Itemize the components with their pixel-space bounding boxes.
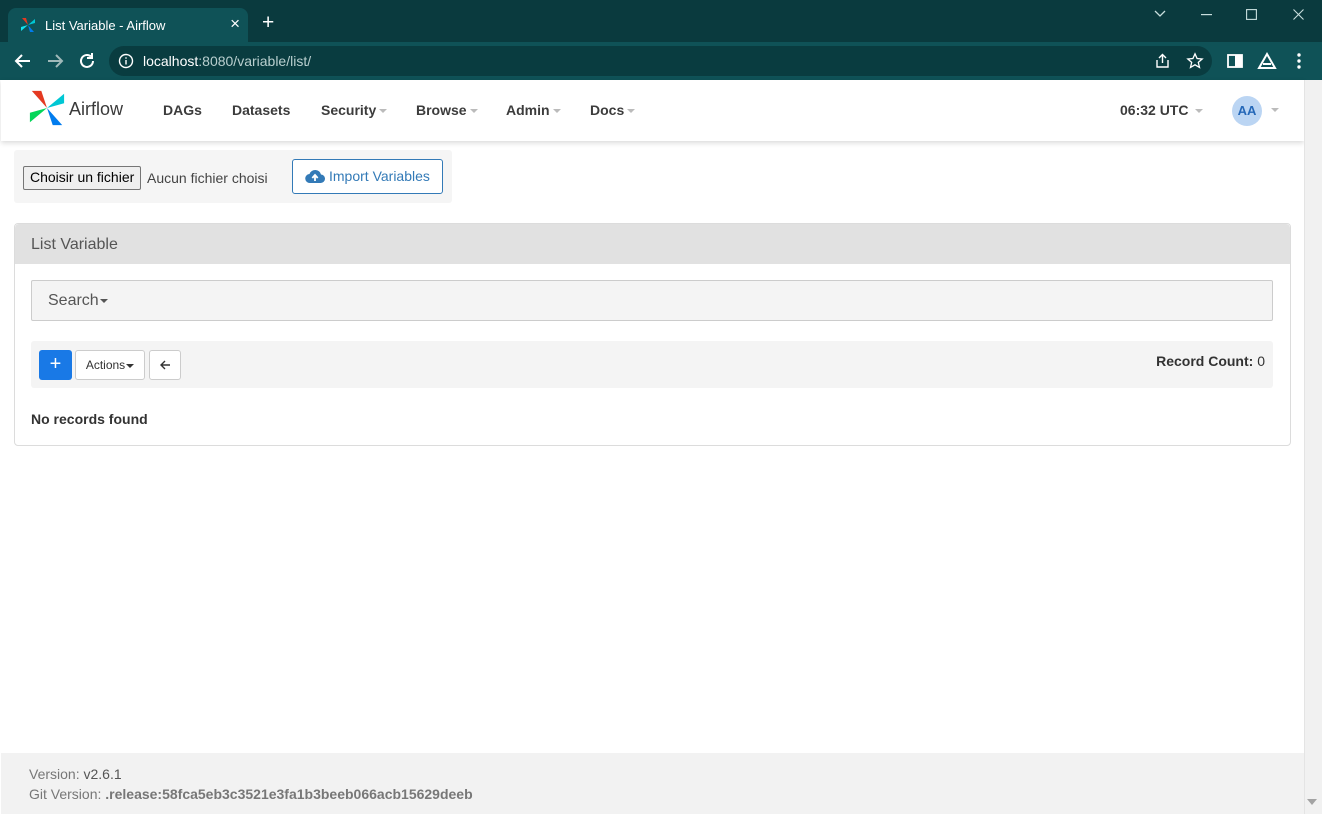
caret-down-icon <box>1195 109 1204 114</box>
caret-down-icon <box>126 363 135 368</box>
import-button-label: Import Variables <box>329 168 430 184</box>
search-panel: Search <box>31 280 1273 321</box>
nav-dags[interactable]: DAGs <box>163 102 202 118</box>
nav-admin-label: Admin <box>506 102 550 118</box>
version-label: Version: <box>29 766 80 782</box>
caret-down-icon <box>99 298 108 303</box>
back-button[interactable] <box>149 350 181 380</box>
browser-titlebar: List Variable - Airflow × + <box>0 0 1322 42</box>
actions-label: Actions <box>85 358 126 372</box>
chevron-down-icon[interactable] <box>1154 10 1166 18</box>
page-scrollbar[interactable] <box>1304 80 1322 814</box>
address-bar[interactable]: localhost:8080/variable/list/ <box>109 46 1212 76</box>
nav-datasets[interactable]: Datasets <box>232 102 290 118</box>
back-arrow-icon[interactable] <box>13 51 33 71</box>
url-path: :8080/variable/list/ <box>198 53 312 69</box>
url-host: localhost <box>143 53 199 69</box>
choose-file-button[interactable]: Choisir un fichier <box>23 166 142 190</box>
file-status-text: Aucun fichier choisi <box>147 170 268 186</box>
git-version-label: Git Version: <box>29 786 102 802</box>
reload-icon[interactable] <box>77 51 97 71</box>
side-panel-icon[interactable] <box>1225 51 1245 71</box>
airflow-favicon-icon <box>21 18 35 32</box>
maximize-icon[interactable] <box>1246 9 1257 20</box>
airflow-navbar: Airflow DAGs Datasets Security Browse Ad… <box>1 80 1304 141</box>
share-icon[interactable] <box>1154 52 1172 70</box>
record-count: Record Count: 0 <box>1156 353 1265 369</box>
search-label: Search <box>48 292 99 309</box>
tab-title: List Variable - Airflow <box>45 18 166 33</box>
caret-down-icon <box>627 109 636 114</box>
nav-admin[interactable]: Admin <box>506 102 561 118</box>
import-variables-form: Choisir un fichier Aucun fichier choisi … <box>14 150 452 203</box>
import-variables-button[interactable]: Import Variables <box>292 159 443 194</box>
git-version-value: .release:58fca5eb3c3521e3fa1b3beeb066acb… <box>105 786 473 802</box>
list-variable-panel: List Variable Search + Actions Record Co… <box>14 223 1291 446</box>
git-version-line: Git Version: .release:58fca5eb3c3521e3fa… <box>29 786 473 802</box>
star-icon[interactable] <box>1186 52 1204 70</box>
cloud-upload-icon <box>305 169 325 184</box>
add-record-button[interactable]: + <box>39 350 72 380</box>
forward-arrow-icon[interactable] <box>45 51 65 71</box>
nav-security-label: Security <box>321 102 377 118</box>
empty-state-message: No records found <box>31 411 148 427</box>
site-info-icon[interactable] <box>118 53 134 69</box>
record-count-value: 0 <box>1257 353 1265 369</box>
nav-browse-label: Browse <box>416 102 467 118</box>
browser-toolbar: localhost:8080/variable/list/ <box>0 42 1322 80</box>
new-tab-button[interactable]: + <box>262 12 274 33</box>
actions-dropdown[interactable]: Actions <box>75 350 145 380</box>
extension-icon[interactable] <box>1257 51 1277 71</box>
nav-docs-label: Docs <box>590 102 625 118</box>
version-line: Version: v2.6.1 <box>29 766 122 782</box>
arrow-left-icon <box>160 360 170 370</box>
nav-security[interactable]: Security <box>321 102 388 118</box>
page-footer: Version: v2.6.1 Git Version: .release:58… <box>1 753 1304 814</box>
url-text: localhost:8080/variable/list/ <box>143 53 311 69</box>
brand-name[interactable]: Airflow <box>69 99 123 120</box>
search-toggle[interactable]: Search <box>48 292 108 310</box>
panel-heading: List Variable <box>15 224 1290 264</box>
user-avatar[interactable]: AA <box>1232 96 1262 126</box>
panel-title: List Variable <box>31 236 118 253</box>
nav-docs[interactable]: Docs <box>590 102 636 118</box>
caret-down-icon <box>552 109 561 114</box>
version-value: v2.6.1 <box>83 766 122 782</box>
caret-down-icon <box>379 109 388 114</box>
list-toolbar: + Actions Record Count: 0 <box>31 341 1273 388</box>
timezone-clock[interactable]: 06:32 UTC <box>1120 102 1204 118</box>
minimize-icon[interactable] <box>1201 14 1212 16</box>
window-close-icon[interactable] <box>1293 9 1304 20</box>
kebab-menu-icon[interactable] <box>1289 51 1309 71</box>
nav-browse[interactable]: Browse <box>416 102 478 118</box>
close-icon[interactable]: × <box>230 15 240 32</box>
browser-tab[interactable]: List Variable - Airflow × <box>8 8 248 42</box>
clock-time: 06:32 UTC <box>1120 102 1189 118</box>
user-menu-caret-icon[interactable] <box>1271 108 1279 112</box>
scroll-down-arrow-icon[interactable] <box>1307 799 1317 805</box>
caret-down-icon <box>469 109 478 114</box>
airflow-logo-icon[interactable] <box>28 89 66 127</box>
record-count-label: Record Count: <box>1156 353 1254 369</box>
